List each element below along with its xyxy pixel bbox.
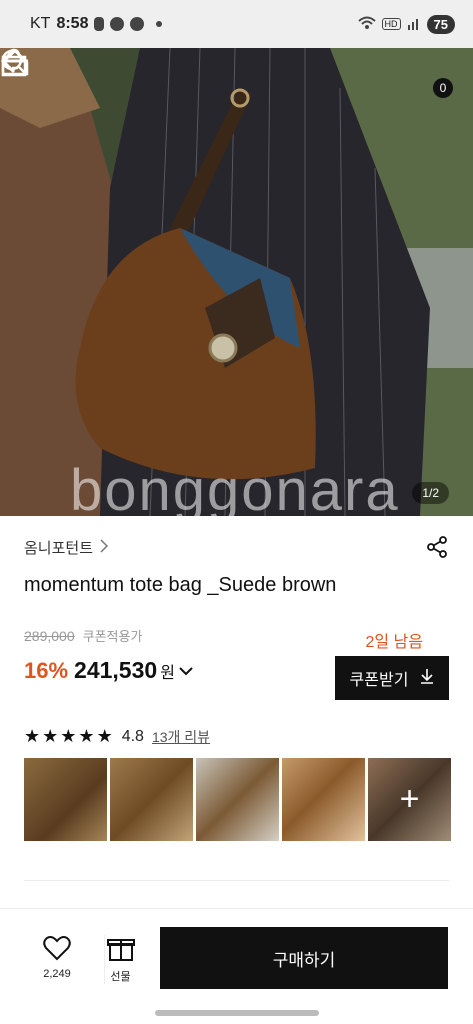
heart-icon [43,936,71,965]
currency-label: 원 [160,664,175,682]
coupon-button-label: 쿠폰받기 [349,672,409,689]
page-indicator: 1/2 [412,482,449,504]
product-photo [0,48,473,516]
chevron-right-icon [99,538,109,556]
share-icon[interactable] [425,535,449,559]
review-count-link[interactable]: 13개 리뷰 [152,727,210,747]
notification-icon [94,17,105,31]
sale-price: 241,530 [74,657,158,683]
divider [24,880,449,881]
more-notifications-icon [156,21,163,27]
review-thumbnail[interactable] [196,758,279,841]
hd-icon: HD [381,18,401,30]
star-icon: ★ [42,726,60,746]
watermark: bonggonara [70,458,400,516]
download-icon [420,668,434,689]
plus-icon: + [368,758,451,841]
discount-rate: 16% [24,657,69,683]
like-button[interactable]: 2,249 [36,935,78,980]
status-bar: KT 8:58 HD 75 [0,0,473,48]
original-price: 289,000 [24,627,75,644]
star-icon: ★ [60,726,78,746]
review-thumbnails: + [24,758,451,841]
gift-label: 선물 [110,971,131,983]
cart-count-badge: 0 [433,78,453,98]
buy-button[interactable]: 구매하기 [160,927,448,989]
coupon-price-label: 쿠폰적용가 [82,629,143,644]
brand-link[interactable]: 옴니포턴트 [24,537,93,558]
home-indicator[interactable] [155,1010,319,1016]
star-icon: ★ [24,726,42,746]
review-thumbnail[interactable] [110,758,193,841]
star-icon: ★ [96,726,114,746]
gift-button[interactable]: 선물 [104,935,136,984]
rating-row: ★ ★ ★ ★ ★ 4.8 13개 리뷰 [24,726,210,747]
price-block: 289,000 쿠폰적용가 2일 남음 16% 241,530 원 쿠폰받기 [24,626,449,700]
clock: 8:58 [56,15,89,32]
review-thumbnail[interactable] [24,758,107,841]
search-icon[interactable] [1,49,399,103]
coupon-download-button[interactable]: 쿠폰받기 [335,656,449,700]
rating-value: 4.8 [121,727,144,745]
signal-icon [407,16,421,33]
product-title: momentum tote bag _Suede brown [24,574,337,596]
won-app-icon [110,17,125,31]
wifi-icon [357,16,376,33]
product-image-carousel[interactable]: 0 bonggonara 1/2 [0,48,473,516]
home-icon[interactable] [1,49,345,103]
carrier-label: KT [30,15,51,32]
days-left-label: 2일 남음 [365,634,423,651]
battery-badge: 75 [426,14,455,34]
gift-icon [106,939,135,965]
review-thumbnail-more[interactable]: + [368,758,451,841]
star-icon: ★ [78,726,96,746]
review-thumbnail[interactable] [282,758,365,841]
brand-row: 옴니포턴트 [24,535,449,559]
bottom-action-bar: 2,249 선물 구매하기 [0,908,473,1004]
chevron-down-icon[interactable] [179,663,193,679]
star-rating: ★ ★ ★ ★ ★ [24,726,114,747]
like-count: 2,249 [43,968,71,980]
chat-app-icon [130,17,145,31]
